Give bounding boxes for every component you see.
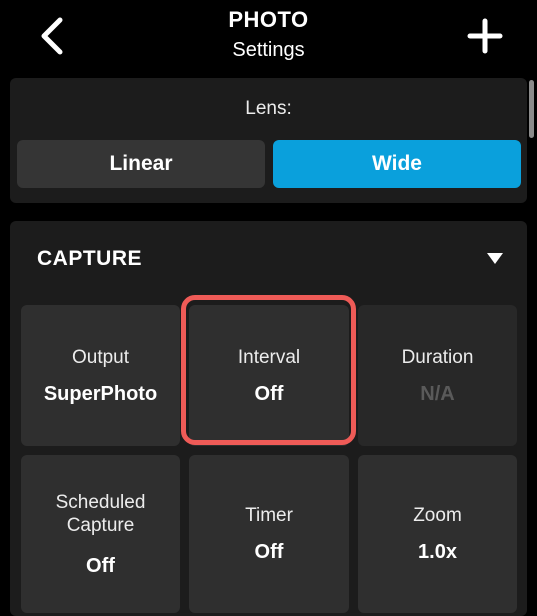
lens-panel: Lens: Linear Wide xyxy=(10,78,527,203)
add-button[interactable] xyxy=(461,12,509,60)
output-tile[interactable]: Output SuperPhoto xyxy=(21,305,180,446)
tile-value: SuperPhoto xyxy=(43,382,158,405)
duration-tile[interactable]: Duration N/A xyxy=(358,305,517,446)
zoom-tile[interactable]: Zoom 1.0x xyxy=(358,455,517,613)
header-bar: PHOTO Settings xyxy=(0,0,537,78)
tile-value: Off xyxy=(254,541,284,563)
capture-panel: CAPTURE Output SuperPhoto Interval Off D… xyxy=(10,221,527,616)
tile-label: Scheduled Capture xyxy=(55,491,146,536)
photo-settings-screen: PHOTO Settings Lens: Linear Wide CAPTURE… xyxy=(0,0,537,616)
lens-linear-button[interactable]: Linear xyxy=(17,140,265,188)
scheduled-capture-tile[interactable]: Scheduled Capture Off xyxy=(21,455,180,613)
capture-section-toggle[interactable]: CAPTURE xyxy=(10,221,527,297)
tile-value: Off xyxy=(86,554,115,577)
tile-value: Off xyxy=(254,382,284,405)
tile-label: Duration xyxy=(401,346,474,368)
interval-tile[interactable]: Interval Off xyxy=(189,305,349,446)
timer-tile[interactable]: Timer Off xyxy=(189,455,349,613)
page-subtitle: Settings xyxy=(232,39,305,61)
lens-wide-button[interactable]: Wide xyxy=(273,140,521,188)
plus-icon xyxy=(467,18,503,54)
capture-section-title: CAPTURE xyxy=(37,247,143,270)
lens-label: Lens: xyxy=(245,98,292,119)
caret-down-icon xyxy=(487,253,503,264)
tile-label: Output xyxy=(71,346,130,368)
scrollbar[interactable] xyxy=(529,80,534,138)
tile-label: Zoom xyxy=(413,505,462,526)
tile-label: Interval xyxy=(237,346,301,368)
page-title: PHOTO xyxy=(228,7,309,32)
tile-value: 1.0x xyxy=(418,541,457,563)
tile-value: N/A xyxy=(420,382,455,405)
tile-label: Timer xyxy=(245,505,293,526)
